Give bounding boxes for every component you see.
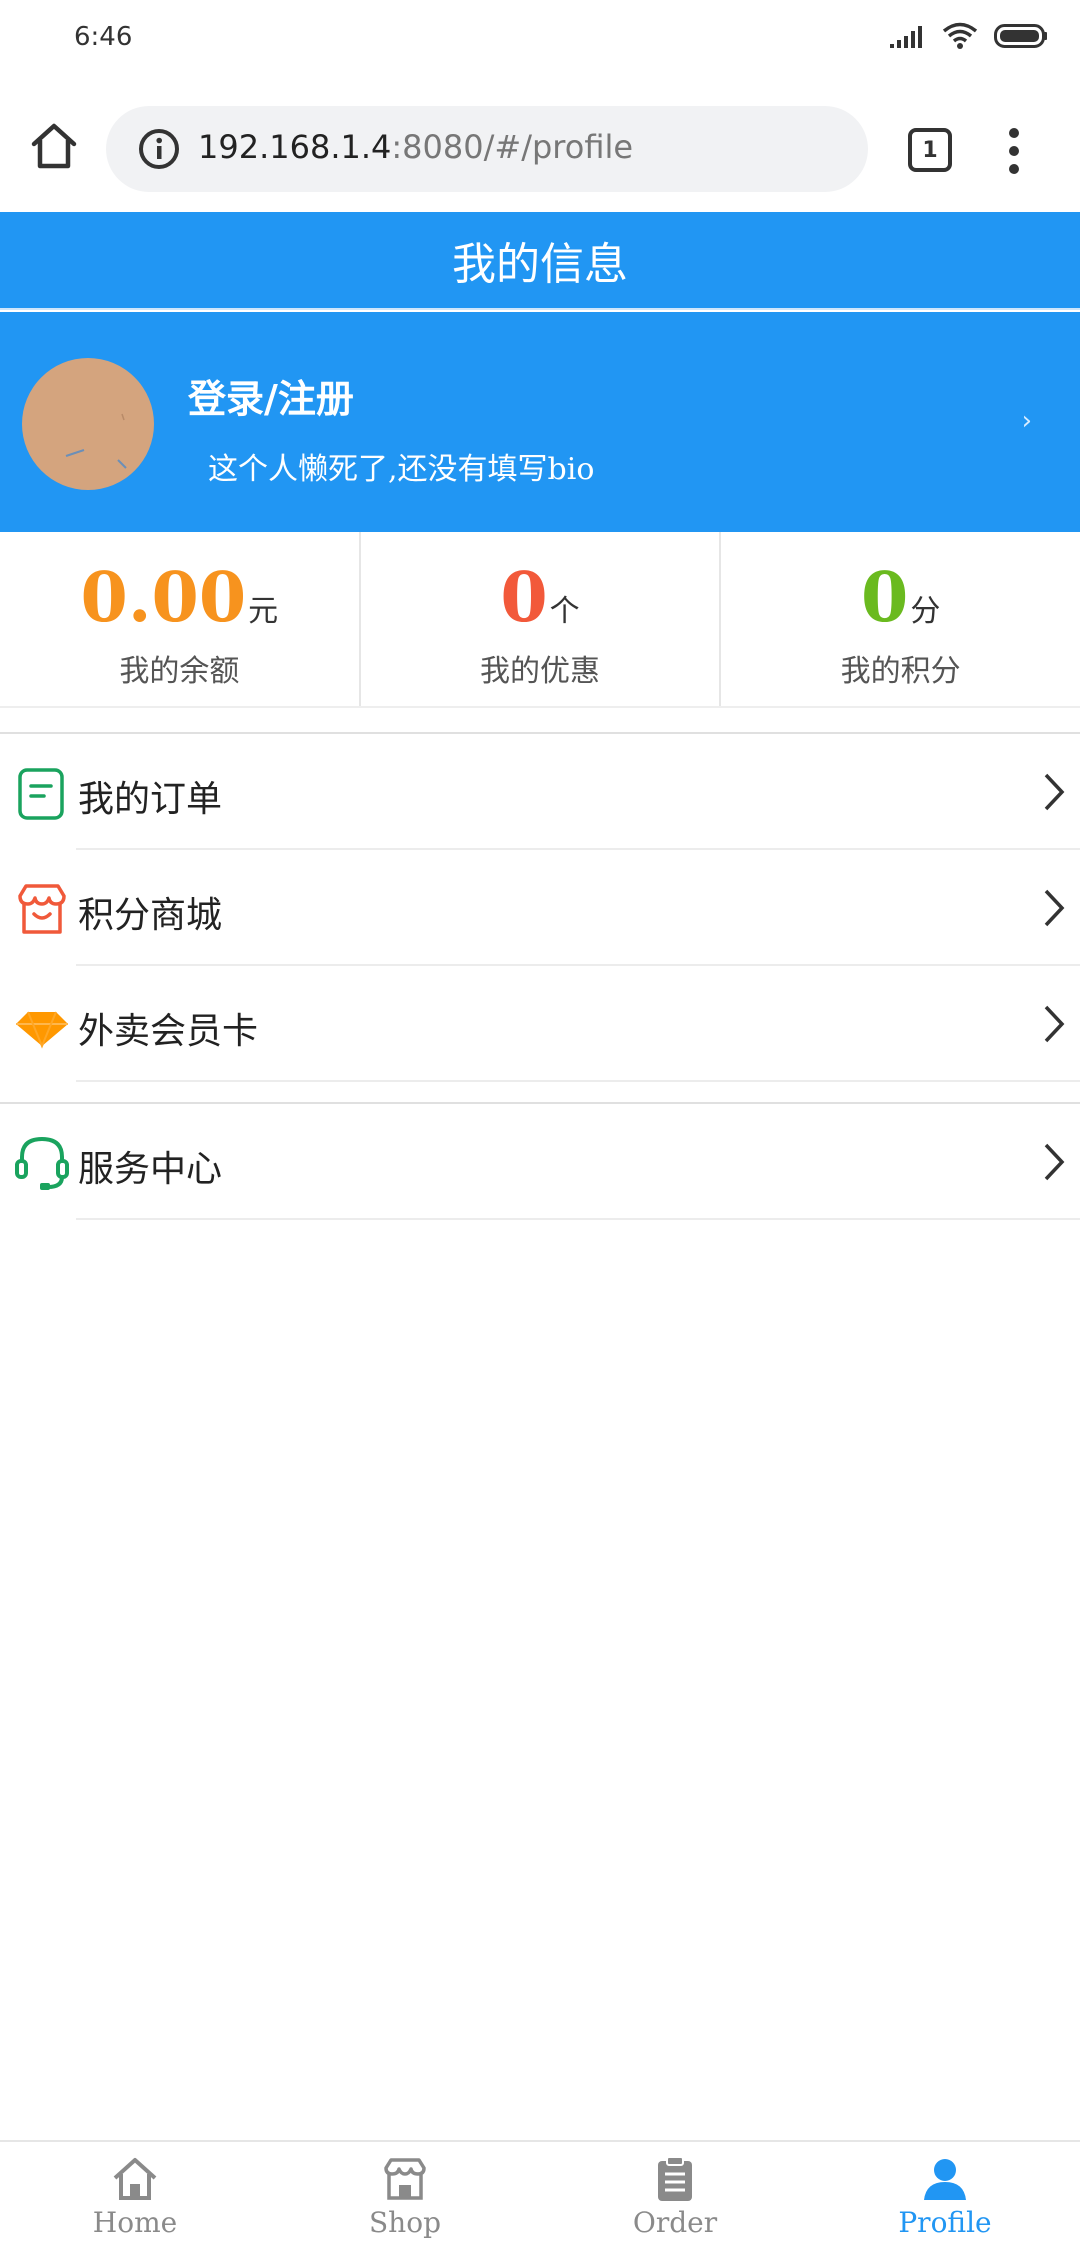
menu-item-member-card[interactable]: 外卖会员卡 [0, 966, 1080, 1082]
divider [76, 1218, 1080, 1220]
nav-label-shop: Shop [369, 2206, 441, 2239]
menu-label-my-orders: 我的订单 [78, 779, 223, 820]
stat-coupons-label: 我的优惠 [480, 654, 600, 689]
account-stats: 0.00元 我的余额 0个 我的优惠 0分 我的积分 [0, 532, 1080, 708]
stat-balance-label: 我的余额 [119, 654, 240, 689]
nav-home[interactable]: Home [0, 2142, 270, 2248]
url-text[interactable]: 192.168.1.4:8080/#/profile [198, 128, 633, 166]
chevron-right-icon [1044, 1005, 1065, 1043]
headset-icon [15, 1136, 69, 1190]
nav-label-home: Home [92, 2206, 178, 2239]
login-register-link[interactable]: 登录/注册 [188, 368, 354, 423]
battery-icon [994, 24, 1047, 48]
nav-label-profile: Profile [898, 2206, 992, 2239]
info-icon[interactable] [138, 128, 180, 170]
menu-group-primary: 我的订单 积分商城 外卖会员卡 [0, 732, 1080, 1082]
avatar-image [65, 413, 127, 469]
nav-shop[interactable]: Shop [270, 2142, 540, 2248]
stat-points-label: 我的积分 [840, 654, 961, 689]
tab-switcher-button[interactable]: 1 [908, 128, 952, 172]
menu-label-service-center: 服务中心 [78, 1149, 223, 1190]
status-time: 6:46 [74, 22, 133, 52]
stat-balance[interactable]: 0.00元 我的余额 [0, 532, 361, 706]
page-header: 我的信息 [0, 212, 1080, 310]
browser-home-icon[interactable] [28, 120, 80, 172]
menu-item-my-orders[interactable]: 我的订单 [0, 734, 1080, 850]
profile-card[interactable]: 登录/注册 这个人懒死了,还没有填写bio › [0, 312, 1080, 532]
shop-icon [384, 2158, 426, 2200]
status-bar: 6:46 [0, 0, 1080, 76]
menu-group-secondary: 服务中心 [0, 1102, 1080, 1220]
nav-order[interactable]: Order [540, 2142, 810, 2248]
stat-points-value: 0 [861, 558, 909, 638]
stat-points[interactable]: 0分 我的积分 [721, 532, 1080, 706]
stat-coupons-unit: 个 [549, 594, 580, 629]
profile-bio: 这个人懒死了,还没有填写bio [208, 452, 595, 487]
chevron-right-icon [1044, 889, 1065, 927]
divider [76, 1080, 1080, 1082]
menu-label-member-card: 外卖会员卡 [78, 1011, 259, 1052]
more-vert-icon[interactable] [1004, 126, 1024, 176]
browser-toolbar: 192.168.1.4:8080/#/profile 1 [0, 76, 1080, 212]
stat-coupons-value-line: 0个 [361, 558, 720, 638]
chevron-right-icon [1044, 773, 1065, 811]
address-bar[interactable]: 192.168.1.4:8080/#/profile [106, 106, 868, 192]
menu-item-service-center[interactable]: 服务中心 [0, 1104, 1080, 1220]
stat-balance-value-line: 0.00元 [0, 558, 359, 638]
store-icon [18, 884, 66, 934]
nav-profile[interactable]: Profile [810, 2142, 1080, 2248]
home-icon [113, 2158, 157, 2200]
chevron-right-icon [1044, 1143, 1065, 1181]
order-list-icon [18, 768, 64, 820]
clipboard-icon [658, 2156, 692, 2201]
url-host: 192.168.1.4 [198, 128, 392, 166]
stat-points-value-line: 0分 [721, 558, 1080, 638]
menu-label-points-mall: 积分商城 [78, 895, 223, 936]
menu-item-points-mall[interactable]: 积分商城 [0, 850, 1080, 966]
stat-coupons-value: 0 [500, 558, 548, 638]
signal-icon [890, 26, 922, 48]
wifi-icon [942, 22, 978, 49]
status-icons [890, 22, 1048, 50]
bottom-nav: Home Shop Order Profile [0, 2140, 1080, 2248]
page-title: 我的信息 [452, 239, 628, 290]
diamond-icon [16, 1011, 68, 1049]
stat-balance-unit: 元 [248, 594, 279, 629]
nav-label-order: Order [632, 2206, 718, 2239]
avatar[interactable] [22, 358, 154, 490]
stat-coupons[interactable]: 0个 我的优惠 [361, 532, 722, 706]
tab-count: 1 [922, 137, 938, 163]
stat-points-unit: 分 [910, 594, 941, 629]
chevron-right-icon[interactable]: › [1022, 406, 1032, 436]
stat-balance-value: 0.00 [80, 558, 247, 638]
user-icon [924, 2159, 966, 2200]
url-path: :8080/#/profile [391, 128, 634, 166]
